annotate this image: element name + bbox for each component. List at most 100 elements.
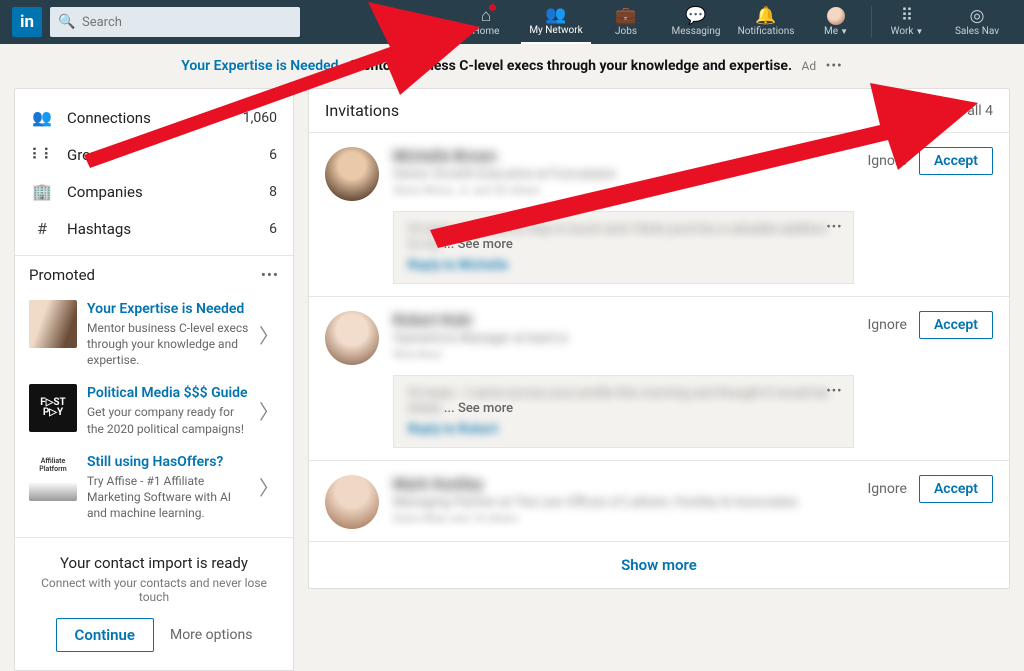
groups-icon: ⠇⠇ xyxy=(31,145,53,164)
sidebar-count: 6 xyxy=(269,147,277,163)
invitation-title: Managing Partner at The Law Offices of L… xyxy=(393,495,854,510)
bell-icon: 🔔 xyxy=(755,7,776,25)
promo-desc: Get your company ready for the 2020 poli… xyxy=(87,404,249,436)
sidebar-item-groups[interactable]: ⠇⠇ Groups 6 xyxy=(15,136,293,173)
connections-icon: 👥 xyxy=(31,108,53,127)
search-icon: 🔍 xyxy=(58,14,75,30)
invitation-row: Robert Koki Operations Manager at bant.i… xyxy=(309,296,1009,460)
nav-my-network[interactable]: 👥 My Network xyxy=(521,0,591,44)
avatar-icon xyxy=(827,7,845,25)
ad-banner[interactable]: Your Expertise is Needed - Mentor busine… xyxy=(0,44,1024,88)
sidebar-count: 8 xyxy=(269,184,277,200)
sidebar-card: 👥 Connections 1,060 ⠇⠇ Groups 6 🏢 Compan… xyxy=(14,88,294,671)
nav-label: Sales Nav xyxy=(955,26,999,37)
see-more-link[interactable]: ... See more xyxy=(444,401,513,416)
sidebar-item-companies[interactable]: 🏢 Companies 8 xyxy=(15,173,293,210)
see-all-link[interactable]: See all 4 xyxy=(941,103,993,119)
sidebar-label: Groups xyxy=(67,146,115,164)
invitation-title: Operations Manager at bant.io xyxy=(393,331,854,346)
avatar[interactable] xyxy=(325,147,379,201)
show-more-link[interactable]: Show more xyxy=(309,541,1009,588)
sidebar-label: Connections xyxy=(67,109,151,127)
invitation-name[interactable]: Michelle Brown xyxy=(393,147,854,165)
ad-body: Mentor business C-level execs through yo… xyxy=(351,58,792,74)
promo-title: Political Media $$$ Guide xyxy=(87,384,249,403)
invitation-title: Senior Growth Executive at Funcubator xyxy=(393,167,854,182)
promo-desc: Try Affise - #1 Affiliate Marketing Soft… xyxy=(87,473,249,522)
invitation-name[interactable]: Robert Koki xyxy=(393,311,854,329)
nav-notifications[interactable]: 🔔 Notifications xyxy=(731,0,801,44)
accept-button[interactable]: Accept xyxy=(919,147,993,175)
companies-icon: 🏢 xyxy=(31,182,53,201)
promo-image: F▷STP▷Y xyxy=(29,384,77,432)
nav-label: Work▼ xyxy=(891,26,924,37)
nav: ⌂ Home 👥 My Network 💼 Jobs 💬 Messaging 🔔… xyxy=(451,0,1012,44)
people-icon: 👥 xyxy=(545,6,566,24)
promo-item[interactable]: AffiliatePlatform Still using HasOffers?… xyxy=(29,445,279,529)
sidebar-count: 1,060 xyxy=(243,110,277,126)
linkedin-logo[interactable]: in xyxy=(12,7,42,37)
search-wrap: 🔍 xyxy=(50,7,300,37)
avatar[interactable] xyxy=(325,475,379,529)
invitation-message: ••• Hi Isaac - I came across your profil… xyxy=(393,375,854,448)
continue-button[interactable]: Continue xyxy=(56,618,154,652)
invitation-name[interactable]: Mark Huntley xyxy=(393,475,854,493)
ignore-button[interactable]: Ignore xyxy=(868,481,907,497)
nav-label: My Network xyxy=(529,25,582,36)
grid-icon: ⠿ xyxy=(901,7,913,25)
search-input[interactable] xyxy=(50,7,300,37)
invitations-card: Invitations See all 4 Michelle Brown Sen… xyxy=(308,88,1010,589)
promo-image xyxy=(29,300,77,348)
notification-dot xyxy=(489,4,496,11)
briefcase-icon: 💼 xyxy=(615,7,636,25)
nav-work[interactable]: ⠿ Work▼ xyxy=(872,0,942,44)
sidebar-label: Hashtags xyxy=(67,220,131,238)
accept-button[interactable]: Accept xyxy=(919,311,993,339)
hashtag-icon: # xyxy=(31,219,53,238)
promo-title: Still using HasOffers? xyxy=(87,453,249,472)
promo-desc: Mentor business C-level execs through yo… xyxy=(87,320,249,369)
ad-lead: Your Expertise is Needed - xyxy=(181,58,350,74)
ad-tag: Ad xyxy=(802,59,817,73)
global-header: in 🔍 ⌂ Home 👥 My Network 💼 Jobs 💬 Messag… xyxy=(0,0,1024,44)
promoted-section: Promoted ••• Your Expertise is Needed Me… xyxy=(15,255,293,537)
chevron-right-icon: 〉 xyxy=(259,472,279,501)
nav-messaging[interactable]: 💬 Messaging xyxy=(661,0,731,44)
contact-import: Your contact import is ready Connect wit… xyxy=(15,537,293,670)
promo-image: AffiliatePlatform xyxy=(29,453,77,501)
invitation-meta: Steve Wison, Jr. and 30 others xyxy=(393,184,854,197)
sidebar-item-connections[interactable]: 👥 Connections 1,060 xyxy=(15,99,293,136)
accept-button[interactable]: Accept xyxy=(919,475,993,503)
invitation-row: Michelle Brown Senior Growth Executive a… xyxy=(309,132,1009,296)
invitation-meta: Nina Nuro xyxy=(393,348,854,361)
sidebar-item-hashtags[interactable]: # Hashtags 6 xyxy=(15,210,293,247)
import-title: Your contact import is ready xyxy=(29,554,279,572)
message-menu-icon[interactable]: ••• xyxy=(826,384,842,399)
sidebar-count: 6 xyxy=(269,221,277,237)
reply-link[interactable]: Reply to Michelle xyxy=(408,258,839,273)
import-subtitle: Connect with your contacts and never los… xyxy=(29,576,279,604)
reply-link[interactable]: Reply to Robert xyxy=(408,422,839,437)
sidebar-label: Companies xyxy=(67,183,143,201)
messaging-icon: 💬 xyxy=(685,7,706,25)
promoted-title: Promoted xyxy=(29,266,95,284)
ignore-button[interactable]: Ignore xyxy=(868,153,907,169)
nav-jobs[interactable]: 💼 Jobs xyxy=(591,0,661,44)
see-more-link[interactable]: ... See more xyxy=(444,237,513,252)
invitation-row: Mark Huntley Managing Partner at The Law… xyxy=(309,460,1009,541)
ignore-button[interactable]: Ignore xyxy=(868,317,907,333)
chevron-right-icon: 〉 xyxy=(259,320,279,349)
promo-item[interactable]: Your Expertise is Needed Mentor business… xyxy=(29,292,279,376)
nav-me[interactable]: Me▼ xyxy=(801,0,871,44)
promo-item[interactable]: F▷STP▷Y Political Media $$$ Guide Get yo… xyxy=(29,376,279,444)
more-options-link[interactable]: More options xyxy=(170,627,253,643)
nav-sales-nav[interactable]: ◎ Sales Nav xyxy=(942,0,1012,44)
nav-home[interactable]: ⌂ Home xyxy=(451,0,521,44)
promoted-menu-icon[interactable]: ••• xyxy=(261,266,279,284)
ad-menu-icon[interactable]: ••• xyxy=(826,58,843,74)
compass-icon: ◎ xyxy=(970,7,985,25)
invitation-meta: Diann Bilan and 14 others xyxy=(393,512,854,525)
message-menu-icon[interactable]: ••• xyxy=(826,220,842,235)
avatar[interactable] xyxy=(325,311,379,365)
nav-label: Messaging xyxy=(672,26,721,37)
